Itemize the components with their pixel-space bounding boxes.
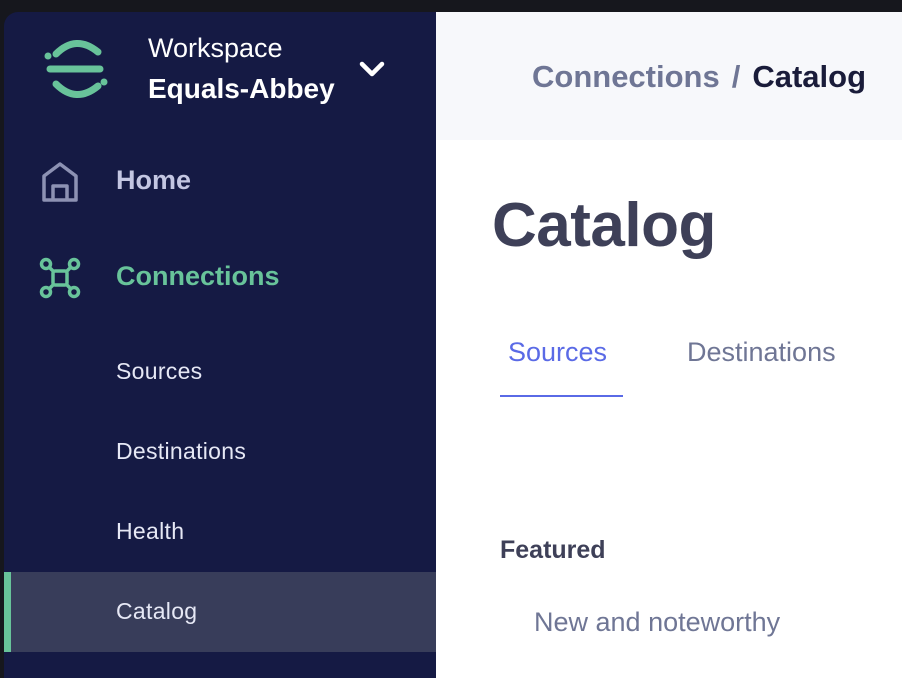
workspace-label: Workspace <box>148 33 283 63</box>
breadcrumb: Connections / Catalog <box>532 57 866 97</box>
sidebar-item-label: Connections <box>116 261 280 291</box>
sidebar-item-home[interactable]: Home <box>4 140 436 220</box>
sidebar-item-label: Home <box>116 165 192 195</box>
sidebar-item-label: Sources <box>116 358 203 384</box>
top-bar: Connections / Catalog <box>436 12 902 140</box>
sidebar-item-catalog[interactable]: Catalog <box>4 572 436 652</box>
featured-subheading: New and noteworthy <box>534 607 781 637</box>
connections-icon <box>39 257 81 299</box>
breadcrumb-separator: / <box>731 59 741 94</box>
sidebar-item-sources[interactable]: Sources <box>4 332 436 412</box>
sidebar-item-label: Destinations <box>116 438 247 464</box>
workspace-name[interactable]: Equals-Abbey <box>148 72 335 106</box>
logo-icon <box>44 40 108 98</box>
sidebar: Workspace Equals-Abbey Home Connections … <box>4 12 436 678</box>
sidebar-item-health[interactable]: Health <box>4 492 436 572</box>
featured-heading: Featured <box>500 536 606 564</box>
sidebar-item-connections[interactable]: Connections <box>4 236 436 316</box>
main-content: Connections / Catalog Catalog Sources Dest… <box>436 12 902 678</box>
breadcrumb-current: Catalog <box>752 59 867 94</box>
sidebar-item-label: Health <box>116 518 185 544</box>
home-icon <box>42 162 78 202</box>
chevron-down-icon[interactable] <box>357 56 387 82</box>
active-tab-indicator <box>500 395 623 397</box>
breadcrumb-connections-link[interactable]: Connections <box>532 59 720 94</box>
page-title: Catalog <box>492 191 716 260</box>
sidebar-item-destinations[interactable]: Destinations <box>4 412 436 492</box>
app-window: Workspace Equals-Abbey Home Connections … <box>4 12 902 678</box>
sidebar-item-label: Catalog <box>116 598 198 624</box>
tab-sources[interactable]: Sources <box>508 333 607 371</box>
tab-destinations[interactable]: Destinations <box>687 333 836 371</box>
